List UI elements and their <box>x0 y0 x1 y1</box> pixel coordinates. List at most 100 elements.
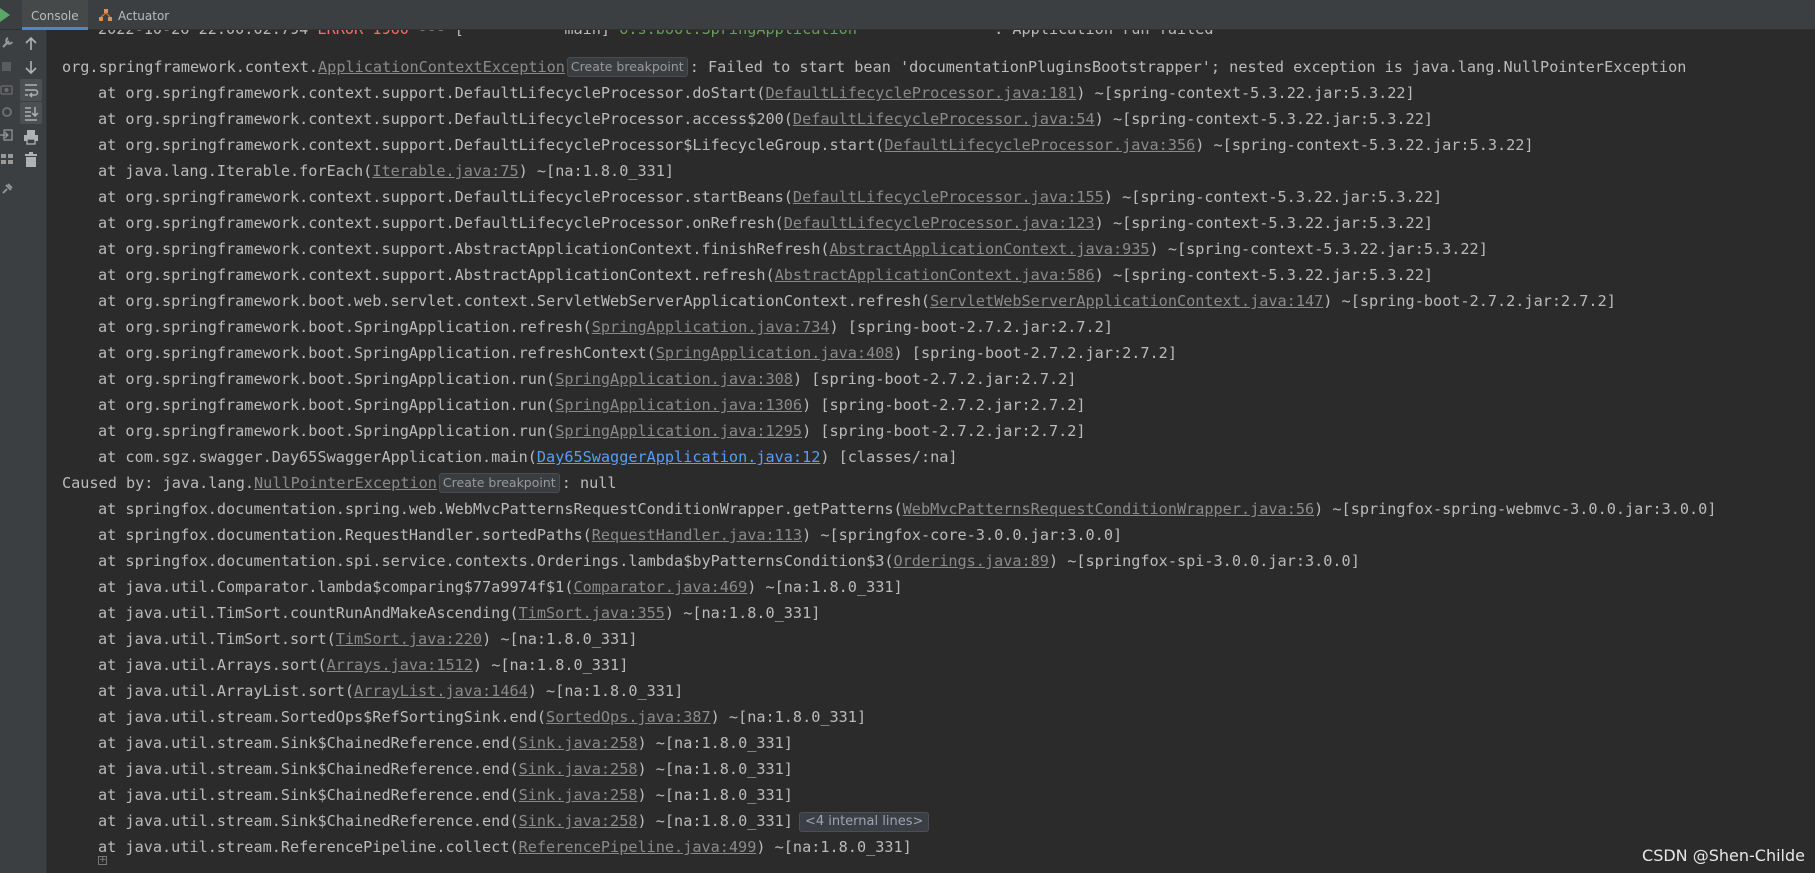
source-link[interactable]: SpringApplication.java:1295 <box>555 422 802 440</box>
tab-console-label: Console <box>31 9 79 23</box>
line-text: ) ~[na:1.8.0_331] <box>518 162 675 180</box>
stack-frame-line: at org.springframework.context.support.D… <box>98 106 1433 132</box>
source-link[interactable]: NullPointerException <box>254 474 437 492</box>
line-text: at springfox.documentation.spring.web.We… <box>98 500 903 518</box>
line-text: ) ~[spring-boot-2.7.2.jar:2.7.2] <box>1323 292 1616 310</box>
tab-console[interactable]: Console <box>22 0 88 30</box>
source-link[interactable]: Iterable.java:75 <box>372 162 518 180</box>
line-text: ) [classes/:na] <box>820 448 958 466</box>
stack-frame-line: at org.springframework.context.support.A… <box>98 236 1488 262</box>
source-link[interactable]: TimSort.java:220 <box>336 630 482 648</box>
source-link[interactable]: SpringApplication.java:734 <box>592 318 830 336</box>
line-text: ) [spring-boot-2.7.2.jar:2.7.2] <box>792 370 1077 388</box>
run-actions-strip <box>0 30 17 873</box>
stack-frame-line: at java.util.stream.ReferencePipeline.co… <box>98 834 912 860</box>
line-text: at org.springframework.boot.SpringApplic… <box>98 396 556 414</box>
source-link[interactable]: RequestHandler.java:113 <box>592 526 802 544</box>
source-link[interactable]: DefaultLifecycleProcessor.java:123 <box>784 214 1095 232</box>
source-link[interactable]: SpringApplication.java:1306 <box>555 396 802 414</box>
line-text: at java.util.TimSort.sort( <box>98 630 336 648</box>
line-text: at org.springframework.boot.SpringApplic… <box>98 422 556 440</box>
stack-frame-line: at org.springframework.boot.web.servlet.… <box>98 288 1616 314</box>
source-link[interactable]: SpringApplication.java:408 <box>656 344 894 362</box>
wrench-icon[interactable] <box>0 36 14 50</box>
stack-frame-line: at org.springframework.context.support.D… <box>98 132 1534 158</box>
line-text: ) ~[spring-context-5.3.22.jar:5.3.22] <box>1076 84 1415 102</box>
create-breakpoint-button[interactable]: Create breakpoint <box>438 473 560 493</box>
create-breakpoint-button[interactable]: Create breakpoint <box>566 57 688 77</box>
line-text: at java.util.Comparator.lambda$comparing… <box>98 578 574 596</box>
stack-frame-line: at org.springframework.context.support.D… <box>98 80 1415 106</box>
stack-frame-line: at springfox.documentation.spring.web.We… <box>98 496 1716 522</box>
stack-frame-line: at java.util.stream.Sink$ChainedReferenc… <box>98 782 793 808</box>
stack-frame-line: at springfox.documentation.spi.service.c… <box>98 548 1360 574</box>
login-icon[interactable] <box>0 128 14 142</box>
scroll-to-end-icon[interactable] <box>20 102 42 124</box>
source-link[interactable]: ArrayList.java:1464 <box>354 682 528 700</box>
source-link[interactable]: ApplicationContextException <box>318 58 565 76</box>
actuator-icon <box>99 9 112 21</box>
line-text: ) ~[springfox-spi-3.0.0.jar:3.0.0] <box>1048 552 1360 570</box>
line-text: ) ~[na:1.8.0_331] <box>637 812 793 830</box>
source-link[interactable]: Sink.java:258 <box>519 734 638 752</box>
stack-frame-line: at java.util.stream.Sink$ChainedReferenc… <box>98 808 930 834</box>
expand-fold-icon[interactable]: + <box>98 856 107 865</box>
line-text: at org.springframework.context.support.A… <box>98 240 830 258</box>
console-output[interactable]: 2022-10-26 22:00:02.794 ERROR 1960 --- [… <box>47 30 1815 873</box>
source-link[interactable]: Sink.java:258 <box>519 786 638 804</box>
line-text: ) ~[na:1.8.0_331] <box>482 630 638 648</box>
line-text: ) [spring-boot-2.7.2.jar:2.7.2] <box>802 422 1086 440</box>
arrow-up-icon[interactable] <box>20 33 42 55</box>
line-text: ) ~[na:1.8.0_331] <box>527 682 684 700</box>
soft-wrap-icon[interactable] <box>20 79 42 101</box>
layout-icon[interactable] <box>0 152 14 166</box>
print-icon[interactable] <box>20 126 42 148</box>
stack-frame-line: at org.springframework.boot.SpringApplic… <box>98 340 1177 366</box>
tab-actuator[interactable]: Actuator <box>96 0 169 30</box>
arrow-down-icon[interactable] <box>20 56 42 78</box>
source-link[interactable]: ServletWebServerApplicationContext.java:… <box>930 292 1323 310</box>
line-text: at springfox.documentation.spi.service.c… <box>98 552 894 570</box>
watermark: CSDN @Shen-Childe <box>1642 846 1805 865</box>
line-text: at org.springframework.context.support.D… <box>98 136 885 154</box>
source-link[interactable]: Arrays.java:1512 <box>327 656 473 674</box>
stack-frame-line: at java.lang.Iterable.forEach(Iterable.j… <box>98 158 674 184</box>
source-link[interactable]: DefaultLifecycleProcessor.java:356 <box>884 136 1195 154</box>
source-link[interactable]: ReferencePipeline.java:499 <box>519 838 757 856</box>
line-text: Caused by: java.lang. <box>62 474 255 492</box>
line-text: ) ~[spring-context-5.3.22.jar:5.3.22] <box>1103 188 1443 206</box>
source-link[interactable]: Orderings.java:89 <box>894 552 1049 570</box>
internal-lines-fold[interactable]: <4 internal lines> <box>798 812 930 832</box>
stop-icon[interactable] <box>0 60 14 74</box>
stack-frame-line: at java.util.stream.SortedOps$RefSorting… <box>98 704 866 730</box>
settings-icon[interactable] <box>0 105 14 119</box>
source-link[interactable]: Sink.java:258 <box>519 812 638 830</box>
source-link[interactable]: Sink.java:258 <box>519 760 638 778</box>
run-icon[interactable] <box>0 8 10 22</box>
stack-frame-line: at springfox.documentation.RequestHandle… <box>98 522 1122 548</box>
source-link[interactable]: TimSort.java:355 <box>519 604 665 622</box>
source-link[interactable]: Comparator.java:469 <box>573 578 747 596</box>
stack-frame-line: at java.util.stream.Sink$ChainedReferenc… <box>98 756 793 782</box>
trash-icon[interactable] <box>20 149 42 171</box>
source-link[interactable]: WebMvcPatternsRequestConditionWrapper.ja… <box>903 500 1314 518</box>
line-text: ) ~[na:1.8.0_331] <box>637 786 793 804</box>
source-link[interactable]: DefaultLifecycleProcessor.java:54 <box>793 110 1095 128</box>
log-line-partial: 2022-10-26 22:00:02.794 ERROR 1960 --- [… <box>98 30 1214 42</box>
camera-icon[interactable] <box>0 82 14 96</box>
source-link[interactable]: AbstractApplicationContext.java:586 <box>775 266 1095 284</box>
stack-frame-line: at java.util.Arrays.sort(Arrays.java:151… <box>98 652 628 678</box>
line-text: org.springframework.context. <box>62 58 319 76</box>
line-text: at java.lang.Iterable.forEach( <box>98 162 373 180</box>
source-link[interactable]: DefaultLifecycleProcessor.java:155 <box>793 188 1104 206</box>
pin-icon[interactable] <box>0 182 14 196</box>
line-text: ) ~[na:1.8.0_331] <box>756 838 912 856</box>
source-link[interactable]: AbstractApplicationContext.java:935 <box>830 240 1150 258</box>
source-link[interactable]: SortedOps.java:387 <box>546 708 711 726</box>
source-link[interactable]: Day65SwaggerApplication.java:12 <box>537 448 820 466</box>
stack-frame-line: at java.util.ArrayList.sort(ArrayList.ja… <box>98 678 683 704</box>
stack-frame-line: at java.util.TimSort.sort(TimSort.java:2… <box>98 626 638 652</box>
source-link[interactable]: SpringApplication.java:308 <box>555 370 793 388</box>
source-link[interactable]: DefaultLifecycleProcessor.java:181 <box>766 84 1077 102</box>
tab-actuator-label: Actuator <box>118 9 170 23</box>
